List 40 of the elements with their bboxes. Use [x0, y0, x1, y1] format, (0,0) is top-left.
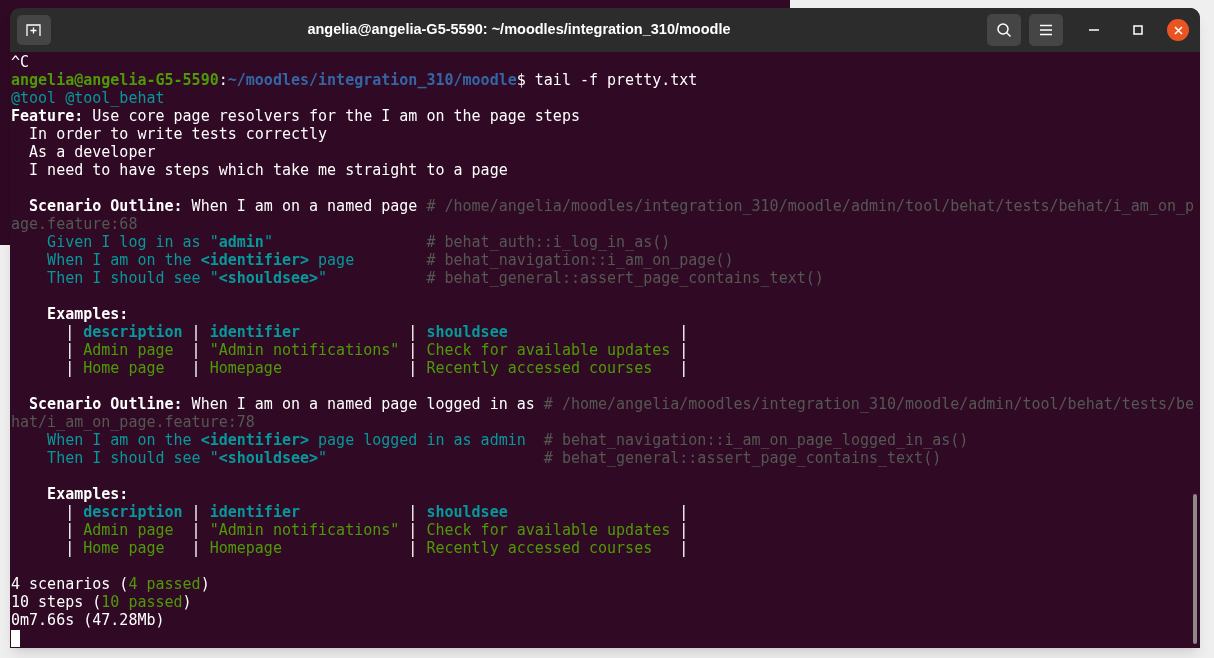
- menu-button[interactable]: [1029, 14, 1063, 46]
- maximize-icon: [1133, 25, 1143, 35]
- text-cursor: [11, 629, 20, 647]
- close-icon: [1173, 25, 1183, 35]
- terminal-line: | Home page | Homepage | Recently accessed courses |: [64, 539, 689, 557]
- terminal-line: 4 scenarios (4 passed): [11, 575, 210, 593]
- minimize-icon: [1089, 29, 1099, 31]
- terminal-line: Feature: Use core page resolvers for the I am on the page steps: [11, 107, 580, 125]
- terminal-line: | Admin page | "Admin notifications" | Check for available updates |: [64, 521, 689, 539]
- terminal-line: 0m7.66s (47.28Mb): [11, 611, 165, 629]
- terminal-line: In order to write tests correctly: [28, 125, 328, 143]
- terminal-line: When I am on the <identifier> page # behat_navigation::i_am_on_page(): [46, 251, 734, 269]
- window-title: angelia@angelia-G5-5590: ~/moodles/integration_310/moodle: [307, 20, 731, 40]
- terminal-line: 10 steps (10 passed): [11, 593, 192, 611]
- terminal-line: Then I should see "<shouldsee>" # behat_general::assert_page_contains_text(): [46, 449, 942, 467]
- terminal-line: @tool @tool_behat: [11, 89, 165, 107]
- menu-icon: [1039, 24, 1053, 36]
- terminal-line: angelia@angelia-G5-5590:~/moodles/integration_310/moodle$ tail -f pretty.txt: [11, 71, 698, 89]
- terminal-line: Examples:: [46, 305, 129, 323]
- terminal-line: When I am on the <identifier> page logged in as admin # behat_navigation::i_am_on_page_logged_in_as(): [46, 431, 969, 449]
- close-button[interactable]: [1167, 19, 1189, 41]
- terminal-line: hat/i_am_on_page.feature:78: [11, 413, 255, 431]
- new-tab-button[interactable]: [17, 15, 51, 45]
- terminal-line: ^C: [11, 53, 30, 71]
- search-icon: [996, 22, 1012, 38]
- search-button[interactable]: [987, 14, 1021, 46]
- terminal-line: Examples:: [46, 485, 129, 503]
- scrollbar[interactable]: [1193, 494, 1197, 644]
- new-tab-icon: [26, 23, 42, 37]
- terminal-line: age.feature:68: [11, 215, 138, 233]
- terminal-line: Scenario Outline: When I am on a named page logged in as # /home/angelia/moodles/integration_310/moodle/admin/tool/behat/tests/be: [28, 395, 1195, 413]
- terminal-line: | description | identifier | shouldsee |: [64, 503, 689, 521]
- terminal-line: As a developer: [28, 143, 156, 161]
- terminal-line: Scenario Outline: When I am on a named page # /home/angelia/moodles/integration_310/moodle/admin/tool/behat/tests/behat/i_am_on_p: [28, 197, 1195, 215]
- terminal-line: I need to have steps which take me straight to a page: [28, 161, 508, 179]
- terminal-line: Then I should see "<shouldsee>" # behat_general::assert_page_contains_text(): [46, 269, 824, 287]
- terminal-line: | Home page | Homepage | Recently accessed courses |: [64, 359, 689, 377]
- terminal-line: | description | identifier | shouldsee |: [64, 323, 689, 341]
- terminal-line: | Admin page | "Admin notifications" | Check for available updates |: [64, 341, 689, 359]
- terminal-line: Given I log in as "admin" # behat_auth::i_log_in_as(): [46, 233, 671, 251]
